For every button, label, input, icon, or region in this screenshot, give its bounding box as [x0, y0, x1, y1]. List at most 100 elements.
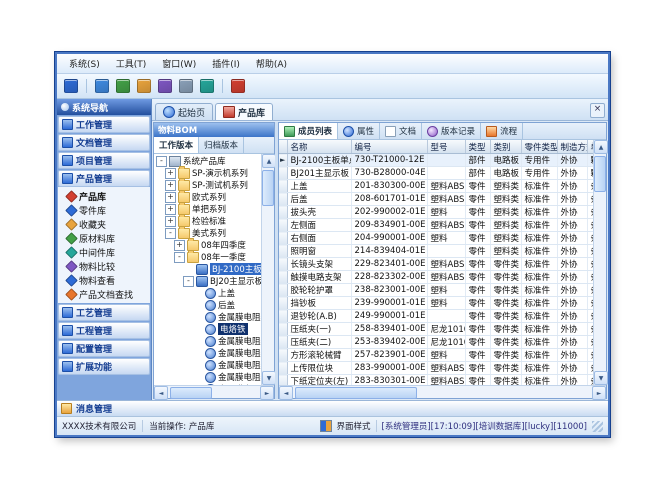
- style-label[interactable]: 界面样式: [337, 420, 371, 432]
- tree-node-欧式系列[interactable]: +欧式系列: [154, 191, 261, 203]
- scrollbar-thumb[interactable]: [295, 387, 417, 399]
- tree-node-单把系列[interactable]: +单把系列: [154, 203, 261, 215]
- scroll-down-icon[interactable]: ▼: [594, 371, 608, 385]
- tab-文档[interactable]: 文档: [380, 123, 422, 139]
- sidebar-item-中间件库[interactable]: 中间件库: [58, 245, 150, 259]
- table-row[interactable]: 上传限位块283-990001-00E塑料ABS零件零件类标准件外协条: [279, 362, 593, 375]
- tab-属性[interactable]: 属性: [338, 123, 380, 139]
- layout-style-icon[interactable]: [320, 420, 332, 432]
- tree-node-金属膜电阻器[interactable]: 金属膜电阻器: [154, 359, 261, 371]
- menu-item-0[interactable]: 系统(S): [62, 55, 107, 72]
- table-row[interactable]: 照明窗214-839404-01E零件塑料类标准件外协条: [279, 245, 593, 258]
- grid-horizontal-scrollbar[interactable]: ◄ ►: [279, 385, 606, 398]
- column-header-型号[interactable]: 型号: [427, 140, 465, 154]
- sidebar-group-扩展功能[interactable]: 扩展功能: [58, 358, 150, 375]
- app-button[interactable]: [62, 77, 80, 95]
- tree-node-金属膜电阻器[interactable]: 金属膜电阻器: [154, 311, 261, 323]
- scroll-left-icon[interactable]: ◄: [154, 386, 168, 400]
- sidebar-group-文档管理[interactable]: 文档管理: [58, 134, 150, 151]
- sidebar-group-产品管理[interactable]: 产品管理: [58, 170, 150, 187]
- sidebar-group-配置管理[interactable]: 配置管理: [58, 340, 150, 357]
- tree-node-金属膜电阻器[interactable]: 金属膜电阻器: [154, 335, 261, 347]
- table-row[interactable]: 压纸夹(一)258-839401-00E尼龙1010零件零件类标准件外协条: [279, 323, 593, 336]
- table-row[interactable]: 长镜头支架229-823401-00E塑料ABS零件零件类标准件外协条: [279, 258, 593, 271]
- help-button[interactable]: [198, 77, 216, 95]
- tab-起始页[interactable]: 起始页: [155, 103, 213, 120]
- sidebar-item-原材料库[interactable]: 原材料库: [58, 231, 150, 245]
- scroll-right-icon[interactable]: ►: [260, 386, 274, 400]
- table-row[interactable]: 左侧面209-834901-00E塑料ABS零件塑料类标准件外协条: [279, 219, 593, 232]
- scrollbar-thumb[interactable]: [594, 156, 606, 192]
- exit-button[interactable]: [229, 77, 247, 95]
- tab-归档版本[interactable]: 归档版本: [199, 137, 244, 153]
- sidebar-group-工艺管理[interactable]: 工艺管理: [58, 304, 150, 321]
- table-row[interactable]: 胶轮轮护罩238-823001-00E塑料零件零件类标准件外协条: [279, 284, 593, 297]
- sidebar-item-物料比较[interactable]: 物料比较: [58, 259, 150, 273]
- resize-grip[interactable]: [592, 421, 603, 432]
- expand-icon[interactable]: +: [165, 180, 176, 191]
- sidebar-item-物料查看[interactable]: 物料查看: [58, 273, 150, 287]
- table-row[interactable]: 退钞轮(A.B)249-990001-01E零件零件类标准件外协条: [279, 310, 593, 323]
- column-header-名称[interactable]: 名称: [287, 140, 351, 154]
- home-button[interactable]: [114, 77, 132, 95]
- folder-button[interactable]: [135, 77, 153, 95]
- table-row[interactable]: 挡钞板239-990001-01E塑料零件零件类标准件外协条: [279, 297, 593, 310]
- table-row[interactable]: BJ201主显示板730-B28000-04E部件电路板专用件外协颗: [279, 167, 593, 180]
- menu-item-1[interactable]: 工具(T): [109, 55, 154, 72]
- table-row[interactable]: 拔头壳202-990002-01E塑料零件塑料类标准件外协条: [279, 206, 593, 219]
- expand-icon[interactable]: +: [165, 204, 176, 215]
- column-header-类别[interactable]: 类别: [490, 140, 521, 154]
- search-button[interactable]: [156, 77, 174, 95]
- collapse-icon[interactable]: -: [183, 276, 194, 287]
- column-header-编号[interactable]: 编号: [351, 140, 427, 154]
- table-row[interactable]: ►BJ-2100主板单点730-T21000-12E部件电路板专用件外协颗: [279, 154, 593, 167]
- tree-node-美式系列[interactable]: -美式系列: [154, 227, 261, 239]
- table-row[interactable]: 右侧面204-990001-00E塑料零件塑料类标准件外协条: [279, 232, 593, 245]
- scrollbar-thumb[interactable]: [170, 387, 212, 399]
- settings-button[interactable]: [177, 77, 195, 95]
- scroll-up-icon[interactable]: ▲: [262, 154, 276, 168]
- scroll-up-icon[interactable]: ▲: [594, 140, 608, 154]
- collapse-icon[interactable]: -: [156, 156, 167, 167]
- table-row[interactable]: 触摸电路支架228-823302-00E塑料ABS零件零件类标准件外协条: [279, 271, 593, 284]
- tree-node-08年一季度[interactable]: -08年一季度: [154, 251, 261, 263]
- table-row[interactable]: 后盖208-601701-01E塑料ABS零件塑料类标准件外协条: [279, 193, 593, 206]
- tab-工作版本[interactable]: 工作版本: [154, 137, 199, 153]
- tree-node-金属膜电阻器[interactable]: 金属膜电阻器: [154, 347, 261, 359]
- tab-版本记录[interactable]: 版本记录: [422, 123, 481, 139]
- tree-node-系统产品库[interactable]: -系统产品库: [154, 155, 261, 167]
- expand-icon[interactable]: +: [174, 240, 185, 251]
- grid-vertical-scrollbar[interactable]: ▲ ▼: [593, 140, 606, 385]
- tab-成员列表[interactable]: 成员列表: [279, 123, 338, 139]
- tree-node-电烙铁[interactable]: 电烙铁: [154, 323, 261, 335]
- tree-node-BJ-2100主板单点[interactable]: BJ-2100主板单点: [154, 263, 261, 275]
- scroll-left-icon[interactable]: ◄: [279, 386, 293, 400]
- table-row[interactable]: 下纸定位夹(左)283-830301-00E塑料ABS零件零件类标准件外协条: [279, 375, 593, 386]
- tree-node-金属膜电阻器[interactable]: 金属膜电阻器: [154, 371, 261, 383]
- sidebar-item-收藏夹[interactable]: 收藏夹: [58, 217, 150, 231]
- column-header-类型[interactable]: 类型: [465, 140, 490, 154]
- tree-vertical-scrollbar[interactable]: ▲ ▼: [261, 154, 274, 385]
- expand-icon[interactable]: +: [165, 216, 176, 227]
- expand-icon[interactable]: +: [165, 168, 176, 179]
- scroll-down-icon[interactable]: ▼: [262, 371, 276, 385]
- tree-node-上盖[interactable]: 上盖: [154, 287, 261, 299]
- tab-流程[interactable]: 流程: [481, 123, 523, 139]
- sidebar-group-项目管理[interactable]: 项目管理: [58, 152, 150, 169]
- tree-node-检验标准[interactable]: +检验标准: [154, 215, 261, 227]
- message-panel-bar[interactable]: 消息管理: [57, 400, 608, 416]
- scroll-right-icon[interactable]: ►: [592, 386, 606, 400]
- tab-产品库[interactable]: 产品库: [215, 103, 273, 120]
- table-row[interactable]: 方形滚轮械臂257-823901-00E塑料零件零件类标准件外协条: [279, 349, 593, 362]
- collapse-icon[interactable]: -: [174, 252, 185, 263]
- scrollbar-thumb[interactable]: [262, 170, 274, 206]
- menu-item-3[interactable]: 插件(I): [205, 55, 247, 72]
- navigation-button[interactable]: [93, 77, 111, 95]
- column-header-制造方式[interactable]: 制造方式: [557, 140, 587, 154]
- close-icon[interactable]: ×: [590, 103, 605, 118]
- tree-node-08年四季度[interactable]: +08年四季度: [154, 239, 261, 251]
- tree-node-BJ20主显示板[interactable]: -BJ20主显示板: [154, 275, 261, 287]
- sidebar-group-工程管理[interactable]: 工程管理: [58, 322, 150, 339]
- tree-node-后盖[interactable]: 后盖: [154, 299, 261, 311]
- table-row[interactable]: 上盖201-830300-00E塑料ABS零件塑料类标准件外协条: [279, 180, 593, 193]
